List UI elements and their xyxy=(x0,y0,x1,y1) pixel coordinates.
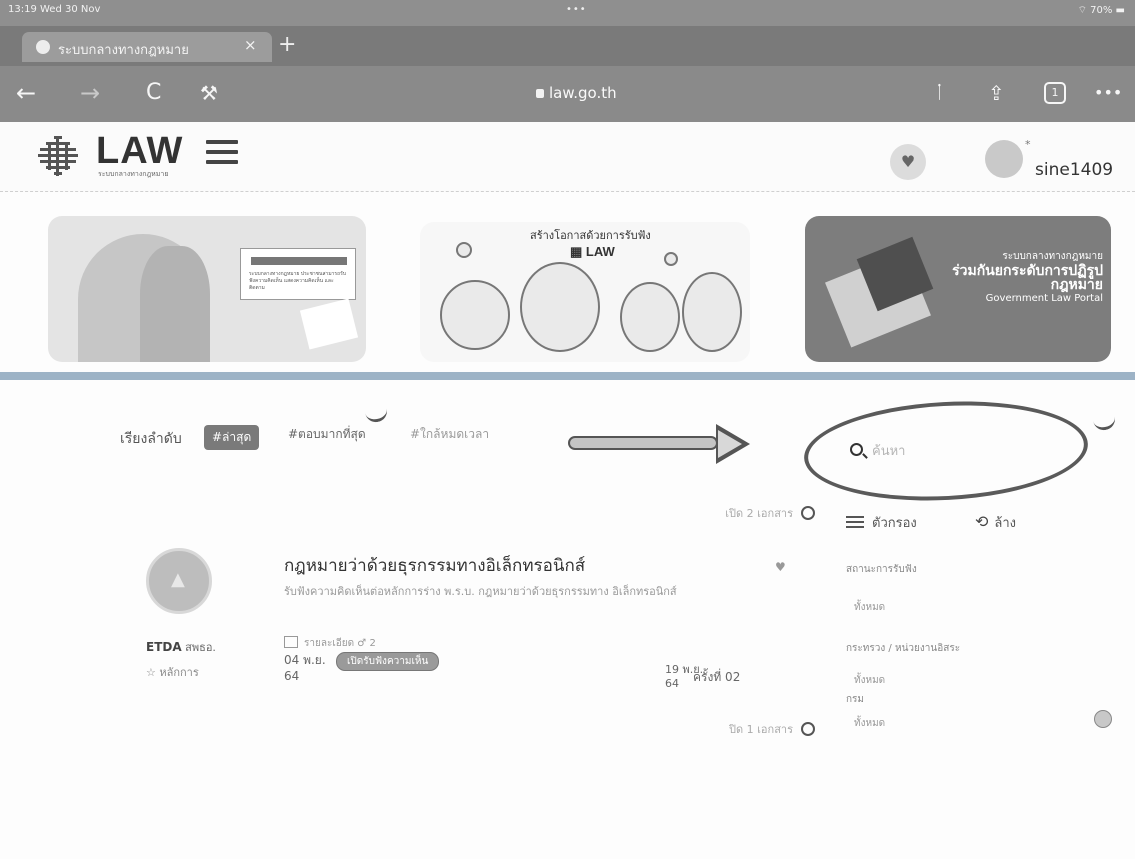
item-description: รับฟังความคิดเห็นต่อหลักการร่าง พ.ร.บ. ก… xyxy=(284,585,677,598)
filter-status-select[interactable]: ทั้งหมด xyxy=(854,600,885,615)
url-text: law.go.th xyxy=(549,84,617,102)
banner-illustration xyxy=(140,246,210,362)
close-tab-icon[interactable]: × xyxy=(244,36,257,54)
filter-department-select[interactable]: ทั้งหมด xyxy=(854,716,885,731)
sort-latest[interactable]: #ล่าสุด xyxy=(204,425,260,450)
item-meta[interactable]: รายละเอียด ♂ 2 xyxy=(284,636,376,651)
banner-bubble xyxy=(664,252,678,266)
avatar-badge: * xyxy=(1025,138,1031,151)
banner-card: ระบบกลางทางกฎหมาย ประชาชนสามารถรับฟังควา… xyxy=(240,248,356,300)
reload-icon[interactable]: C xyxy=(146,80,161,106)
banner-carousel: ระบบกลางทางกฎหมาย ประชาชนสามารถรับฟังควา… xyxy=(0,192,1135,370)
banner-1[interactable]: ระบบกลางทางกฎหมาย ประชาชนสามารถรับฟังควา… xyxy=(48,216,366,362)
banner-figure xyxy=(520,262,600,352)
filter-ministry-select[interactable]: ทั้งหมด xyxy=(854,673,885,688)
sort-closing-soon[interactable]: #ใกล้หมดเวลา xyxy=(410,425,489,444)
banner-logo: ▦ LAW xyxy=(570,244,615,259)
banner-3[interactable]: ระบบกลางทางกฎหมาย ร่วมกันยกระดับการปฏิรู… xyxy=(805,216,1111,362)
browser-toolbar: ← → C ⚒ law.go.th ᛙ ⇪ 1 ••• xyxy=(0,66,1135,122)
status-badge: เปิดรับฟังความเห็น xyxy=(336,652,440,671)
banner-line: Government Law Portal xyxy=(985,293,1103,304)
battery-wifi-status: ⌔ 70% ▬ xyxy=(1077,5,1125,16)
filter-ministry-label: กระทรวง / หน่วยงานอิสระ xyxy=(846,643,961,654)
banner-headline: ร่วมกันยกระดับการปฏิรูปกฎหมาย xyxy=(952,263,1103,293)
start-date: 04 พ.ย. xyxy=(284,653,326,667)
clear-filters-button[interactable]: ⟲ ล้าง xyxy=(975,512,1016,533)
forward-arrow-icon[interactable]: → xyxy=(80,80,100,106)
lock-icon xyxy=(536,89,544,98)
refresh-icon: ⟲ xyxy=(975,512,989,531)
tab-strip: ระบบกลางทางกฎหมาย × + xyxy=(0,26,1135,66)
browser-tab[interactable]: ระบบกลางทางกฎหมาย × xyxy=(22,32,272,62)
filter-department-label: กรม xyxy=(846,694,865,705)
banner-2[interactable]: สร้างโอกาสด้วยการรับฟัง ▦ LAW xyxy=(420,222,750,362)
search-icon xyxy=(850,443,863,456)
banner-figure xyxy=(682,272,742,352)
closed-count-label: ปิด 1 เอกสาร xyxy=(729,723,793,736)
search-input[interactable] xyxy=(872,440,1022,462)
open-count-label: เปิด 2 เอกสาร xyxy=(725,507,793,520)
sort-label: เรียงลำดับ xyxy=(120,431,182,447)
back-arrow-icon[interactable]: ← xyxy=(16,80,36,106)
item-meta-text: รายละเอียด ♂ 2 xyxy=(304,638,376,649)
chat-bubble-icon[interactable] xyxy=(1094,710,1112,728)
avatar[interactable] xyxy=(985,140,1023,178)
globe-icon xyxy=(36,40,50,54)
username[interactable]: sine1409 xyxy=(1035,160,1113,180)
tabs-overview-button[interactable]: 1 xyxy=(1044,82,1066,104)
more-icon[interactable]: ••• xyxy=(1094,80,1122,106)
banner-bubble xyxy=(456,242,472,258)
clock-icon xyxy=(801,506,815,520)
tools-icon[interactable]: ⚒ xyxy=(200,80,218,106)
site-logo-subtitle: ระบบกลางทางกฎหมาย xyxy=(98,170,169,178)
microphone-icon[interactable]: ᛙ xyxy=(934,80,945,106)
org-abbrev: ETDA xyxy=(146,640,182,654)
closed-count: ปิด 1 เอกสาร xyxy=(729,720,815,738)
banner-tile xyxy=(299,298,359,350)
banner-card-header xyxy=(251,257,347,265)
document-icon xyxy=(284,636,298,648)
banner-figure xyxy=(440,280,510,350)
address-bar[interactable]: law.go.th xyxy=(536,84,617,102)
banner-card-text: ระบบกลางทางกฎหมาย ประชาชนสามารถรับฟังควา… xyxy=(249,271,346,291)
filter-label: ตัวกรอง xyxy=(872,516,917,531)
filter-toggle-button[interactable]: ตัวกรอง xyxy=(846,512,917,533)
heart-icon[interactable]: ♥ xyxy=(890,144,926,180)
start-year: 64 xyxy=(284,669,300,683)
item-organization: ETDA สพธอ. xyxy=(146,638,216,656)
item-title[interactable]: กฎหมายว่าด้วยธุรกรรมทางอิเล็กทรอนิกส์ xyxy=(284,552,585,579)
item-round: ครั้งที่ 02 xyxy=(693,670,741,684)
filter-icon xyxy=(846,516,864,528)
law-logo-icon[interactable] xyxy=(36,134,80,178)
site-logo-text[interactable]: LAW xyxy=(96,130,183,173)
arrow-annotation xyxy=(568,436,718,450)
banner-text: ระบบกลางทางกฎหมาย ร่วมกันยกระดับการปฏิรู… xyxy=(933,250,1103,306)
filter-status-label: สถานะการรับฟัง xyxy=(846,564,917,575)
multitask-dots[interactable]: ••• xyxy=(566,4,587,15)
clear-label: ล้าง xyxy=(994,516,1017,531)
sort-most-answered[interactable]: #ตอบมากที่สุด xyxy=(288,425,366,444)
banner-line: ระบบกลางทางกฎหมาย xyxy=(1002,251,1103,262)
hamburger-menu-icon[interactable] xyxy=(206,140,238,164)
new-tab-button[interactable]: + xyxy=(278,32,296,58)
pen-mark xyxy=(364,407,390,425)
banner-figure xyxy=(620,282,680,352)
organization-logo[interactable] xyxy=(146,548,212,614)
item-type: ☆ หลักการ xyxy=(146,666,199,679)
status-time: 13:19 Wed 30 Nov xyxy=(8,4,101,15)
clock-icon xyxy=(801,722,815,736)
browser-chrome: 13:19 Wed 30 Nov ••• ⌔ 70% ▬ ระบบกลางทาง… xyxy=(0,0,1135,122)
open-count: เปิด 2 เอกสาร xyxy=(725,504,815,522)
heart-icon[interactable]: ♥ xyxy=(775,560,786,574)
org-suffix: สพธอ. xyxy=(185,641,216,654)
pen-mark xyxy=(1092,415,1118,433)
item-start-date: 04 พ.ย. 64 xyxy=(284,652,326,684)
arrow-annotation-head-fill xyxy=(718,430,742,458)
section-divider xyxy=(0,372,1135,380)
share-icon[interactable]: ⇪ xyxy=(988,80,1005,106)
site-header: LAW ระบบกลางทางกฎหมาย ♥ * sine1409 xyxy=(0,122,1135,192)
tab-title: ระบบกลางทางกฎหมาย xyxy=(58,43,189,58)
device-status-bar: 13:19 Wed 30 Nov ••• ⌔ 70% ▬ xyxy=(0,0,1135,26)
banner-title: สร้างโอกาสด้วยการรับฟัง xyxy=(530,229,651,242)
